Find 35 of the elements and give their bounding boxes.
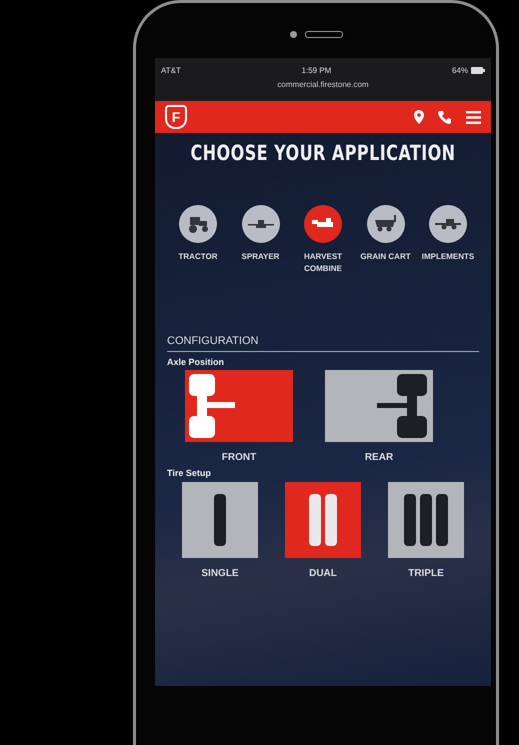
front-axle-option[interactable] — [185, 370, 293, 442]
axle-option-label[interactable]: FRONT — [222, 452, 256, 463]
speaker-icon — [304, 31, 342, 38]
tire-option-label[interactable]: TRIPLE — [408, 568, 444, 579]
tire-setup-option[interactable] — [182, 482, 258, 558]
combine-harvester-icon[interactable] — [304, 205, 342, 243]
tire-setup-label: Tire Setup — [167, 468, 212, 478]
carrier-label: AT&T — [161, 66, 181, 75]
status-time: 1:59 PM — [302, 66, 332, 75]
battery-icon — [470, 67, 485, 74]
tire-setup-option[interactable] — [285, 482, 361, 558]
application-label[interactable]: TRACTOR — [168, 251, 228, 263]
shield-logo[interactable]: F — [165, 105, 187, 129]
cart-icon[interactable] — [366, 205, 404, 243]
axle-position-label: Axle Position — [167, 357, 226, 367]
application-label[interactable]: HARVEST COMBINE — [293, 251, 353, 275]
application-label[interactable]: SPRAYER — [230, 251, 290, 263]
location-pin-icon[interactable] — [414, 110, 424, 124]
tractor-icon[interactable] — [179, 205, 217, 243]
rear-axle-option[interactable] — [325, 370, 433, 442]
towed-implement-icon[interactable] — [429, 205, 467, 243]
menu-icon[interactable] — [466, 110, 481, 124]
tire-option-label[interactable]: DUAL — [309, 568, 337, 579]
url-text[interactable]: commercial.firestone.com — [155, 79, 491, 101]
phone-icon[interactable] — [438, 110, 452, 124]
application-label[interactable]: GRAIN CART — [356, 251, 416, 263]
battery-percent: 64% — [452, 66, 468, 75]
axle-option-label[interactable]: REAR — [364, 452, 394, 463]
tire-setup-option[interactable] — [388, 482, 464, 558]
section-heading: CONFIGURATION — [167, 335, 479, 352]
tire-option-label[interactable]: SINGLE — [201, 568, 239, 579]
page-title: CHOOSE YOUR APPLICATION — [190, 140, 456, 165]
application-label[interactable]: IMPLEMENTS — [418, 251, 478, 263]
sprayer-icon[interactable] — [242, 205, 280, 243]
camera-icon — [290, 31, 296, 38]
